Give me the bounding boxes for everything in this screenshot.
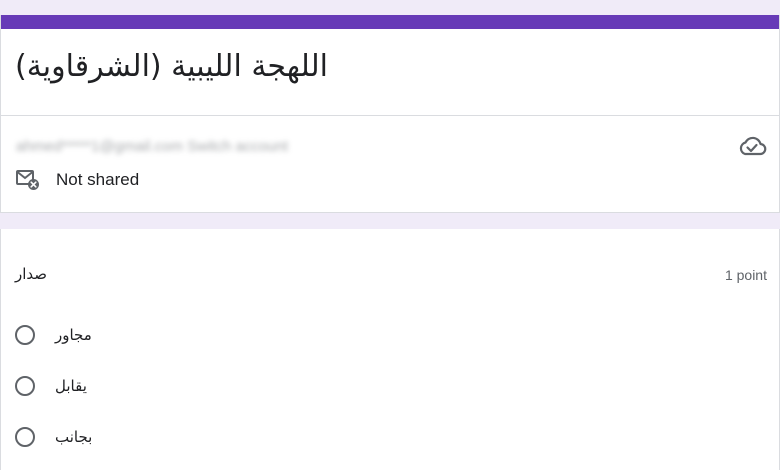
account-area: ahmed*****1@gmail.com Switch account Not… — [1, 116, 779, 213]
option-3[interactable]: بجانب — [15, 427, 92, 447]
question-text: صدار — [15, 265, 48, 283]
option-label: مجاور — [55, 326, 92, 344]
question-card: صدار 1 point مجاور يقابل بجانب — [0, 229, 780, 470]
cloud-check-icon[interactable] — [737, 134, 767, 158]
form-title: اللهجة الليبية (الشرقاوية) — [15, 49, 329, 84]
option-label: بجانب — [55, 428, 93, 446]
form-page: اللهجة الليبية (الشرقاوية) ahmed*****1@g… — [0, 0, 780, 470]
section-gap — [0, 213, 780, 229]
form-header-card: اللهجة الليبية (الشرقاوية) ahmed*****1@g… — [0, 15, 780, 213]
radio-button[interactable] — [15, 376, 35, 396]
not-shared-label: Not shared — [56, 170, 140, 189]
radio-button[interactable] — [15, 325, 35, 345]
question-points: 1 point — [724, 267, 767, 283]
option-label: يقابل — [55, 377, 87, 395]
mail-not-shared-icon — [16, 170, 39, 190]
radio-button[interactable] — [15, 427, 35, 447]
not-shared-row: Not shared — [15, 168, 139, 192]
option-1[interactable]: مجاور — [15, 325, 92, 345]
option-2[interactable]: يقابل — [15, 376, 87, 396]
account-email[interactable]: ahmed*****1@gmail.com Switch account — [16, 138, 288, 155]
top-strip — [0, 0, 780, 15]
accent-bar — [1, 15, 779, 29]
title-area: اللهجة الليبية (الشرقاوية) — [1, 29, 779, 116]
